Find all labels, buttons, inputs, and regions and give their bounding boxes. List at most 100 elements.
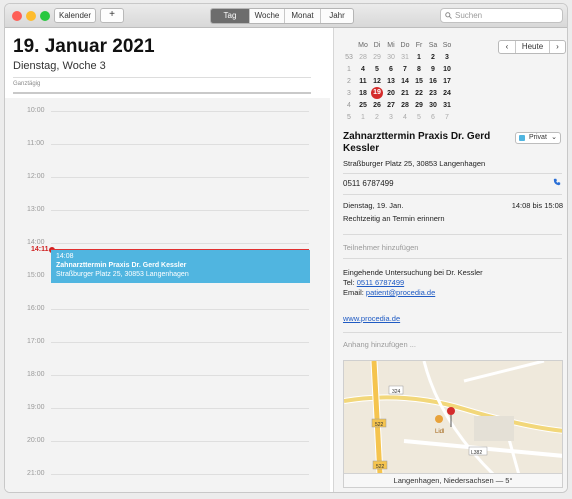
hour-row: 19:00 <box>5 404 330 411</box>
weekday-header: Fr <box>415 41 423 49</box>
mini-calendar-day[interactable]: 4 <box>398 111 412 123</box>
mini-calendar-day[interactable]: 5 <box>412 111 426 123</box>
mini-calendar-day[interactable]: 10 <box>440 63 454 75</box>
tel-link[interactable]: 0511 6787499 <box>357 278 404 287</box>
mini-calendar-day[interactable]: 5 <box>370 63 384 75</box>
mini-calendar-day[interactable]: 26 <box>370 99 384 111</box>
zoom-window-button[interactable] <box>40 11 50 21</box>
notes-line: Eingehende Untersuchung bei Dr. Kessler <box>343 268 483 277</box>
event-time: 14:08 <box>56 253 74 260</box>
next-month-button[interactable]: › <box>549 41 565 53</box>
event-date[interactable]: Dienstag, 19. Jan. <box>343 201 403 210</box>
mini-calendar-day[interactable]: 11 <box>356 75 370 87</box>
view-switcher: Tag Woche Monat Jahr <box>210 8 354 24</box>
day-grid[interactable]: 10:00 11:00 12:00 13:00 14:00 15:00 16:0… <box>5 98 330 492</box>
mini-calendar-day[interactable]: 18 <box>356 87 370 99</box>
hour-row: 13:00 <box>5 206 330 213</box>
tab-month[interactable]: Monat <box>284 9 320 23</box>
mini-calendar-day[interactable]: 22 <box>412 87 426 99</box>
mini-calendar-day[interactable]: 13 <box>384 75 398 87</box>
mini-calendar-day[interactable]: 29 <box>412 99 426 111</box>
event-address[interactable]: Straßburger Platz 25, 30853 Langenhagen <box>343 159 485 168</box>
mini-calendar-nav: ‹ Heute › <box>498 40 566 54</box>
event-alert[interactable]: Rechtzeitig an Termin erinnern <box>343 214 445 223</box>
mini-calendar-day[interactable]: 1 <box>412 51 426 63</box>
calendars-button[interactable]: Kalender <box>54 8 96 23</box>
event-phone[interactable]: 0511 6787499 <box>343 179 394 188</box>
add-attachment-field[interactable]: Anhang hinzufügen ... <box>343 340 416 349</box>
hour-label: 11:00 <box>27 140 44 147</box>
mini-calendar-day[interactable]: 6 <box>384 63 398 75</box>
add-participants-field[interactable]: Teilnehmer hinzufügen <box>343 243 418 252</box>
divider <box>343 258 562 259</box>
prev-month-button[interactable]: ‹ <box>499 41 515 53</box>
weekday-header: Mo <box>358 41 368 49</box>
email-link[interactable]: patient@procedia.de <box>366 288 435 297</box>
mini-calendar-day[interactable]: 15 <box>412 75 426 87</box>
mini-calendar-day[interactable]: 25 <box>356 99 370 111</box>
mini-calendar-day[interactable]: 3 <box>384 111 398 123</box>
mini-calendar-day[interactable]: 6 <box>426 111 440 123</box>
mini-calendar-day[interactable]: 24 <box>440 87 454 99</box>
event-notes[interactable]: Eingehende Untersuchung bei Dr. Kessler … <box>343 268 483 298</box>
allday-row[interactable]: Ganztägig <box>13 77 311 94</box>
calendar-select[interactable]: Privat ⌄ <box>515 132 561 144</box>
location-map[interactable]: 324 522 522 L382 Lidl Langenhagen, Niede… <box>343 360 563 488</box>
mini-calendar-day[interactable]: 23 <box>426 87 440 99</box>
mini-calendar-day[interactable]: 21 <box>398 87 412 99</box>
hour-row: 17:00 <box>5 338 330 345</box>
page-title: 19. Januar 2021 <box>13 36 155 57</box>
hour-label: 15:00 <box>27 272 45 279</box>
inspector-panel: Mo Di Mi Do Fr Sa So 53 28 29 30 31 1 2 3 1 4 5 6 7 8 9 10 2 11… <box>333 28 567 492</box>
mini-calendar-day[interactable]: 7 <box>398 63 412 75</box>
mini-calendar-day[interactable]: 20 <box>384 87 398 99</box>
mini-calendar-day[interactable]: 28 <box>356 51 370 63</box>
mini-calendar-day[interactable]: 12 <box>370 75 384 87</box>
hour-row: 21:00 <box>5 470 330 477</box>
close-window-button[interactable] <box>12 11 22 21</box>
mini-calendar-day[interactable]: 2 <box>426 51 440 63</box>
minimize-window-button[interactable] <box>26 11 36 21</box>
tab-year[interactable]: Jahr <box>320 9 353 23</box>
mini-calendar-day[interactable]: 2 <box>370 111 384 123</box>
week-number: 53 <box>345 53 353 61</box>
hour-label: 12:00 <box>27 173 45 180</box>
mini-calendar-day[interactable]: 30 <box>426 99 440 111</box>
today-button[interactable]: Heute <box>515 41 549 53</box>
map-road-label: 324 <box>392 389 401 395</box>
event-url-link[interactable]: www.procedia.de <box>343 314 400 323</box>
mini-calendar-day[interactable]: 3 <box>440 51 454 63</box>
mini-calendar-day[interactable]: 1 <box>356 111 370 123</box>
map-road-label: 522 <box>376 464 385 470</box>
mini-calendar-day[interactable]: 29 <box>370 51 384 63</box>
mini-calendar-day[interactable]: 4 <box>356 63 370 75</box>
tel-prefix: Tel: <box>343 278 357 287</box>
mini-calendar-day[interactable]: 27 <box>384 99 398 111</box>
mini-calendar-day[interactable]: 31 <box>398 51 412 63</box>
mini-calendar-day[interactable]: 31 <box>440 99 454 111</box>
week-number: 2 <box>347 77 351 85</box>
add-event-button[interactable]: + <box>100 8 124 23</box>
search-input[interactable]: Suchen <box>440 8 563 23</box>
mini-calendar-day[interactable]: 30 <box>384 51 398 63</box>
mini-calendar-day[interactable]: 9 <box>426 63 440 75</box>
toolbar: Kalender + Tag Woche Monat Jahr Suchen <box>5 4 567 28</box>
phone-icon[interactable] <box>553 178 561 188</box>
mini-calendar-day[interactable]: 14 <box>398 75 412 87</box>
tab-week[interactable]: Woche <box>249 9 284 23</box>
event-detail-title[interactable]: Zahnarzttermin Praxis Dr. Gerd Kessler <box>343 131 508 155</box>
calendar-window: Kalender + Tag Woche Monat Jahr Suchen 1… <box>4 3 568 493</box>
mini-calendar-day[interactable]: 17 <box>440 75 454 87</box>
event-block[interactable]: 14:08 Zahnarzttermin Praxis Dr. Gerd Kes… <box>51 250 310 283</box>
weekday-header: Do <box>400 41 410 49</box>
hour-label: 19:00 <box>27 404 45 411</box>
mini-calendar-day[interactable]: 8 <box>412 63 426 75</box>
mini-calendar-day[interactable]: 19 <box>370 87 384 99</box>
tab-day[interactable]: Tag <box>211 9 249 23</box>
mini-calendar-week: 1 4 5 6 7 8 9 10 <box>342 63 454 75</box>
mini-calendar-week: 53 28 29 30 31 1 2 3 <box>342 51 454 63</box>
event-time-range[interactable]: 14:08 bis 15:08 <box>512 201 563 210</box>
mini-calendar-day[interactable]: 16 <box>426 75 440 87</box>
mini-calendar-day[interactable]: 28 <box>398 99 412 111</box>
mini-calendar-day[interactable]: 7 <box>440 111 454 123</box>
